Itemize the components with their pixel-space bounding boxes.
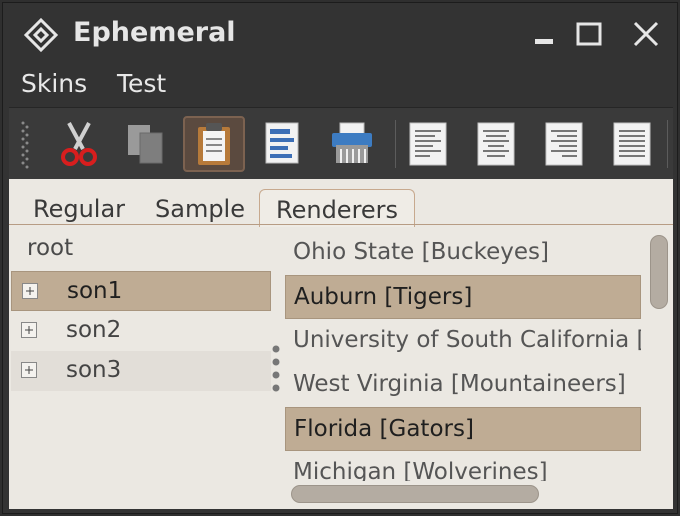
team-list[interactable]: Ohio State [Buckeyes] Auburn [Tigers] Un… bbox=[285, 231, 643, 481]
menu-skins[interactable]: Skins bbox=[21, 69, 87, 98]
align-justify-icon bbox=[613, 122, 651, 166]
tree-root-label[interactable]: root bbox=[27, 235, 73, 261]
clipboard-icon bbox=[198, 123, 230, 165]
toolbar-separator bbox=[395, 120, 396, 168]
window-title: Ephemeral bbox=[73, 17, 236, 48]
printer-icon bbox=[332, 122, 372, 163]
list-item[interactable]: Michigan [Wolverines] bbox=[285, 451, 641, 481]
tree-item-label: son1 bbox=[67, 278, 123, 304]
tab-divider bbox=[9, 224, 673, 225]
copy-button[interactable] bbox=[115, 116, 177, 172]
copy-icon bbox=[128, 125, 163, 164]
tree-item-label: son3 bbox=[66, 357, 122, 383]
list-item[interactable]: Ohio State [Buckeyes] bbox=[285, 231, 641, 275]
expand-plus-icon[interactable] bbox=[21, 322, 37, 338]
title-bar[interactable]: Ephemeral bbox=[3, 3, 677, 65]
align-center-icon bbox=[477, 122, 515, 166]
maximize-icon[interactable] bbox=[571, 17, 607, 53]
horizontal-scrollbar-thumb[interactable] bbox=[291, 485, 539, 503]
scissors-icon bbox=[61, 122, 97, 166]
tree-row[interactable]: son2 bbox=[11, 311, 271, 351]
list-item[interactable]: University of South California [Trojans] bbox=[285, 319, 641, 363]
align-right-button[interactable] bbox=[533, 116, 595, 172]
document-button[interactable] bbox=[251, 116, 313, 172]
app-logo-icon bbox=[23, 17, 59, 53]
list-item[interactable]: Florida [Gators] bbox=[285, 407, 641, 451]
list-item[interactable]: Auburn [Tigers] bbox=[285, 275, 641, 319]
align-left-button[interactable] bbox=[397, 116, 459, 172]
toolbar bbox=[9, 107, 673, 180]
vertical-scrollbar-thumb[interactable] bbox=[650, 235, 668, 309]
toolbar-separator bbox=[667, 120, 668, 168]
paste-button[interactable] bbox=[183, 116, 245, 172]
tree-item-label: son2 bbox=[66, 317, 122, 343]
print-button[interactable] bbox=[321, 116, 383, 172]
document-icon bbox=[265, 122, 299, 164]
menu-test[interactable]: Test bbox=[117, 69, 166, 98]
tree-row[interactable]: son1 bbox=[11, 271, 271, 311]
app-window: Ephemeral Skins Test Regular Sample Rend… bbox=[2, 2, 678, 514]
align-center-button[interactable] bbox=[465, 116, 527, 172]
menu-bar: Skins Test bbox=[3, 65, 677, 105]
cut-button[interactable] bbox=[48, 116, 110, 172]
tree-row[interactable]: son3 bbox=[11, 351, 271, 391]
align-right-icon bbox=[545, 122, 583, 166]
align-left-icon bbox=[409, 122, 447, 166]
tab-renderers[interactable]: Renderers bbox=[259, 189, 416, 227]
expand-plus-icon[interactable] bbox=[22, 283, 38, 299]
minimize-icon[interactable] bbox=[525, 17, 561, 53]
list-item[interactable]: West Virginia [Mountaineers] bbox=[285, 363, 641, 407]
expand-plus-icon[interactable] bbox=[21, 362, 37, 378]
toolbar-grip-handle[interactable] bbox=[21, 120, 29, 170]
justify-button[interactable] bbox=[601, 116, 663, 172]
tab-regular[interactable]: Regular bbox=[17, 189, 141, 227]
content-area: Regular Sample Renderers root son1 son2 bbox=[9, 179, 673, 509]
close-icon[interactable] bbox=[627, 17, 663, 53]
tab-sample[interactable]: Sample bbox=[139, 189, 261, 227]
pane-splitter-handle[interactable] bbox=[271, 343, 281, 393]
